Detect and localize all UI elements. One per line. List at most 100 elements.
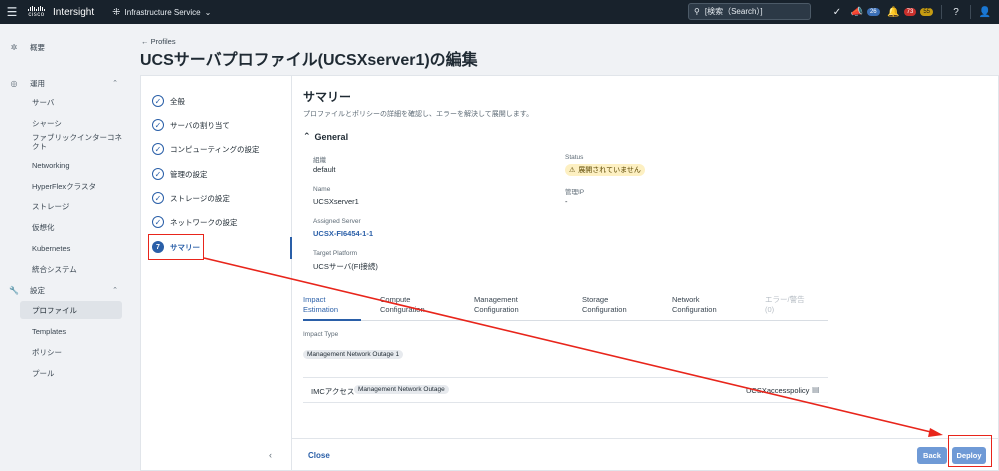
wrench-icon: 🔧	[9, 285, 19, 295]
tab-network-configuration[interactable]: Network Configuration	[672, 295, 717, 315]
left-nav: ✲ 概要 ◎ 運用 ⌃ サーバ シャーシ ファブリックインターコネクト Netw…	[0, 24, 130, 471]
service-selector[interactable]: ⁜ Infrastructure Service ⌄	[112, 7, 211, 18]
chevron-down-icon: ⌄	[204, 7, 212, 17]
chevron-up-icon: ⌃	[112, 80, 118, 87]
impact-type-label: Impact Type	[303, 331, 339, 338]
nav-item-fabric-interconnect[interactable]: ファブリックインターコネクト	[20, 131, 122, 153]
nav-item-policies[interactable]: ポリシー	[20, 343, 122, 361]
top-right-tools: ✓ 📣 26 🔔 73 55 ? 👤	[827, 0, 999, 24]
step-server-assignment[interactable]: ✓ サーバの割り当て	[152, 117, 230, 133]
active-tab-underline	[303, 319, 361, 321]
assigned-server-link[interactable]: UCSX-FI6454-1-1	[313, 229, 373, 238]
grid-icon: ⁜	[112, 6, 121, 18]
breadcrumb-profiles[interactable]: Profiles	[151, 37, 176, 46]
nav-item-servers[interactable]: サーバ	[20, 93, 122, 111]
summary-content: サマリー プロファイルとポリシーの詳細を確認し、エラーを解決して展開します。 ⌃…	[292, 76, 998, 438]
step-network-config[interactable]: ✓ ネットワークの設定	[152, 214, 238, 230]
critical-alarm-badge[interactable]: 73	[903, 8, 917, 16]
target-platform-label: Target Platform	[313, 250, 358, 257]
impact-type-chip: Management Network Outage 1	[303, 350, 404, 359]
tab-management-configuration[interactable]: Management Configuration	[474, 295, 519, 315]
nav-item-profiles[interactable]: プロファイル	[20, 301, 122, 319]
nav-item-pools[interactable]: プール	[20, 364, 122, 382]
chevron-up-icon: ⌃	[112, 287, 118, 294]
summary-description: プロファイルとポリシーの詳細を確認し、エラーを解決して展開します。	[303, 111, 534, 118]
search-box[interactable]: ⚲	[688, 3, 811, 20]
target-platform-value: UCSサーバ(FI接続)	[313, 262, 378, 271]
tab-errors-warnings: エラー/警告 (0)	[765, 295, 805, 314]
notification-count-badge[interactable]: 26	[866, 8, 880, 16]
tab-impact-estimation[interactable]: Impact Estimation	[303, 295, 338, 315]
nav-item-templates[interactable]: Templates	[20, 322, 122, 340]
nav-item-chassis[interactable]: シャーシ	[20, 114, 122, 132]
check-circle-icon: ✓	[152, 95, 164, 107]
nav-group-operate[interactable]: ◎ 運用 ⌃	[0, 74, 130, 92]
warning-icon: ⚠	[569, 167, 576, 174]
general-section-toggle[interactable]: ⌃ General	[303, 131, 348, 142]
status-badge: ⚠ 展開されていません	[565, 164, 645, 176]
nav-item-networking[interactable]: Networking	[20, 156, 122, 174]
status-label: Status	[565, 154, 584, 161]
help-icon[interactable]: ?	[946, 7, 966, 18]
warning-alarm-badge[interactable]: 55	[920, 8, 933, 16]
step-compute-config[interactable]: ✓ コンピューティングの設定	[152, 141, 260, 157]
collapse-chevron-icon[interactable]: ‹	[269, 450, 272, 460]
bell-icon[interactable]: 🔔	[884, 7, 904, 18]
nav-overview[interactable]: ✲ 概要	[0, 38, 130, 56]
policy-name: UCSXaccesspolicy	[746, 386, 810, 395]
nav-item-kubernetes[interactable]: Kubernetes	[20, 239, 122, 257]
org-label: 組織	[313, 157, 326, 164]
divider	[941, 5, 942, 19]
nav-item-hyperflex[interactable]: HyperFlexクラスタ	[20, 177, 122, 195]
search-icon: ⚲	[694, 7, 700, 16]
operate-icon: ◎	[10, 78, 18, 88]
page-title: UCSサーバプロファイル(UCSXserver1)の編集	[140, 52, 478, 69]
back-arrow-icon: ←	[141, 37, 151, 46]
step-management-config[interactable]: ✓ 管理の設定	[152, 166, 208, 182]
mgmt-ip-label: 管理IP	[565, 189, 585, 196]
impact-row: IMCアクセス Management Network Outage UCSXac…	[303, 377, 828, 403]
check-circle-icon: ✓	[152, 216, 164, 228]
step-storage-config[interactable]: ✓ ストレージの設定	[152, 190, 230, 206]
highlight-box-summary	[148, 234, 204, 260]
back-button[interactable]: Back	[917, 447, 947, 464]
document-icon[interactable]: ▤	[812, 385, 820, 394]
highlight-box-deploy	[948, 435, 992, 467]
user-icon[interactable]: 👤	[975, 7, 995, 18]
assigned-server-label: Assigned Server	[313, 218, 361, 225]
wizard-footer: Close Back Deploy	[292, 438, 998, 470]
org-value: default	[313, 165, 336, 174]
impact-outage-chip: Management Network Outage	[354, 385, 449, 394]
breadcrumb[interactable]: ← Profiles	[141, 37, 176, 46]
menu-icon[interactable]: ☰	[0, 0, 24, 24]
nav-item-integrated-systems[interactable]: 統合システム	[20, 260, 122, 278]
check-circle-icon: ✓	[152, 143, 164, 155]
check-circle-icon[interactable]: ✓	[827, 7, 847, 18]
mgmt-ip-value: -	[565, 197, 568, 206]
tab-storage-configuration[interactable]: Storage Configuration	[582, 295, 627, 315]
wizard-panel: ✓ 全般 ✓ サーバの割り当て ✓ コンピューティングの設定 ✓ 管理の設定 ✓…	[140, 75, 999, 471]
dashboard-icon: ✲	[10, 42, 18, 52]
step-general[interactable]: ✓ 全般	[152, 93, 185, 109]
service-label: Infrastructure Service	[124, 7, 201, 17]
wizard-steps: ✓ 全般 ✓ サーバの割り当て ✓ コンピューティングの設定 ✓ 管理の設定 ✓…	[141, 76, 292, 470]
summary-title: サマリー	[303, 90, 352, 104]
cisco-logo: cisco	[28, 6, 45, 18]
divider	[970, 5, 971, 19]
tab-compute-configuration[interactable]: Compute Configuration	[380, 295, 425, 315]
megaphone-icon[interactable]: 📣	[847, 7, 867, 18]
nav-item-storage[interactable]: ストレージ	[20, 197, 122, 215]
close-button[interactable]: Close	[308, 451, 330, 460]
chevron-up-icon: ⌃	[303, 131, 311, 141]
app-name: Intersight	[53, 6, 95, 18]
name-label: Name	[313, 186, 331, 193]
impact-item-name: IMCアクセス	[311, 387, 355, 396]
summary-tabs: Impact Estimation Compute Configuration …	[303, 295, 828, 321]
nav-group-configure[interactable]: 🔧 設定 ⌃	[0, 281, 130, 299]
search-input[interactable]	[704, 7, 800, 16]
name-value: UCSXserver1	[313, 197, 359, 206]
check-circle-icon: ✓	[152, 168, 164, 180]
nav-item-virtualization[interactable]: 仮想化	[20, 218, 122, 236]
check-circle-icon: ✓	[152, 119, 164, 131]
check-circle-icon: ✓	[152, 192, 164, 204]
